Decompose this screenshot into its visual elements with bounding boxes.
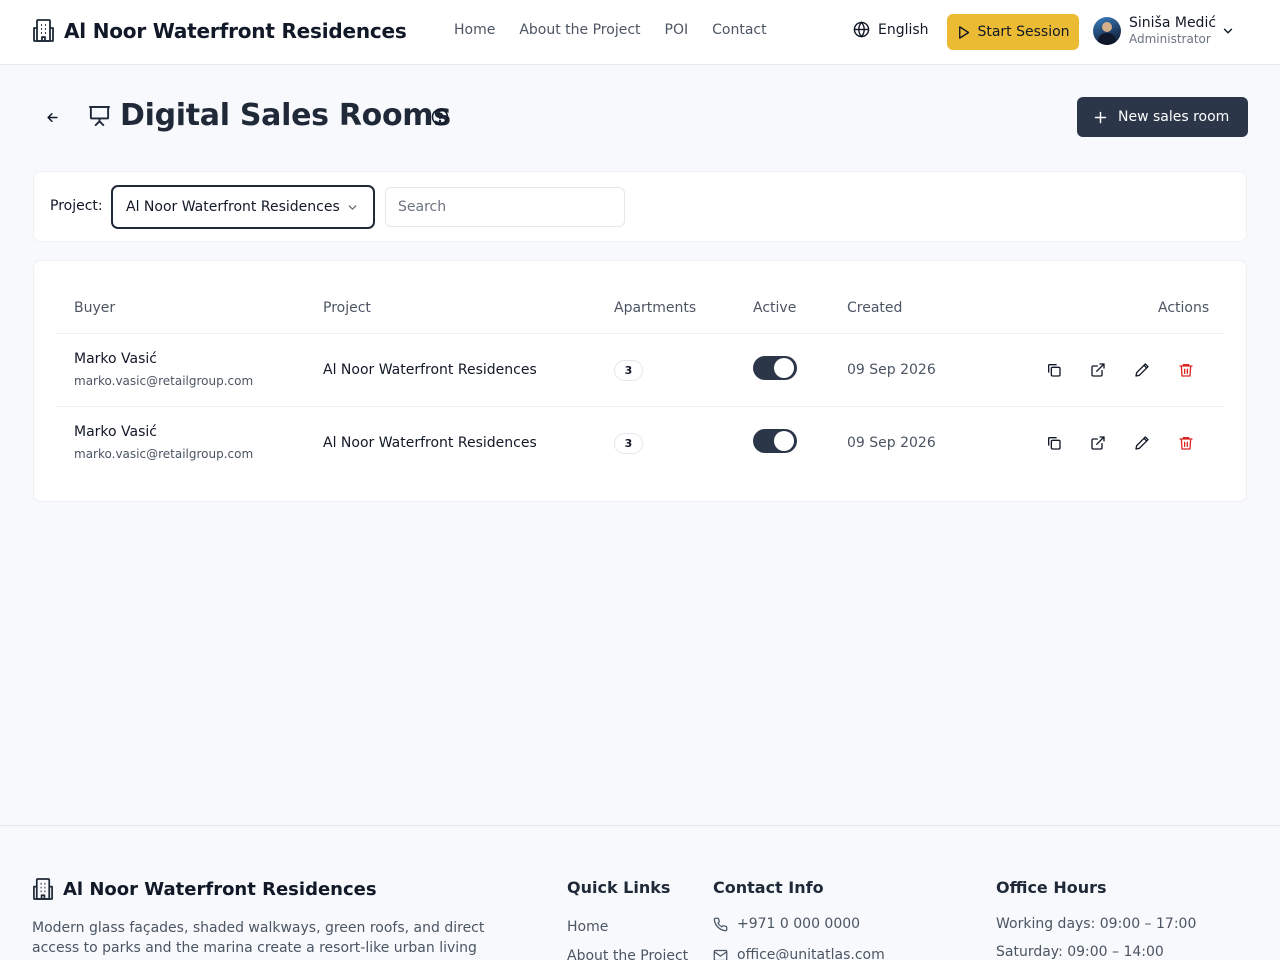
hours-saturday: Saturday: 09:00 – 14:00 [996, 944, 1164, 960]
footer-brand: Al Noor Waterfront Residences [32, 877, 377, 901]
external-link-icon[interactable] [1088, 433, 1108, 453]
trash-icon[interactable] [1176, 360, 1196, 380]
search-input[interactable] [385, 187, 625, 227]
phone-icon [713, 917, 728, 932]
footer-link-about[interactable]: About the Project [567, 948, 688, 960]
user-menu[interactable]: Siniša Medić Administrator [1093, 15, 1233, 47]
toggle-knob [774, 358, 794, 378]
apartments-count-badge: 3 [614, 360, 643, 381]
apartments-count-badge: 3 [614, 433, 643, 454]
language-selector[interactable]: English [853, 21, 929, 38]
copy-icon[interactable] [1044, 360, 1064, 380]
row-project: Al Noor Waterfront Residences [323, 435, 537, 451]
buyer-name: Marko Vasić [74, 424, 157, 440]
table-row: Marko Vasić marko.vasic@retailgroup.com … [57, 334, 1224, 407]
help-circle-icon[interactable] [431, 108, 449, 126]
plus-icon [1093, 110, 1108, 125]
footer-email-text: office@unitatlas.com [737, 947, 885, 960]
language-label: English [878, 21, 929, 38]
start-session-label: Start Session [977, 24, 1070, 40]
buyer-name: Marko Vasić [74, 351, 157, 367]
nav-poi[interactable]: POI [665, 22, 689, 38]
footer-phone-text: +971 0 000 0000 [737, 916, 861, 932]
globe-icon [853, 21, 870, 38]
copy-icon[interactable] [1044, 433, 1064, 453]
user-role: Administrator [1129, 32, 1211, 46]
column-header-actions: Actions [1158, 300, 1210, 316]
user-name: Siniša Medić [1129, 15, 1217, 31]
filter-card: Project: Al Noor Waterfront Residences [33, 171, 1247, 242]
footer-brand-name: Al Noor Waterfront Residences [63, 878, 377, 900]
chevron-down-icon [346, 201, 359, 214]
nav-contact[interactable]: Contact [712, 22, 766, 38]
start-session-button[interactable]: Start Session [947, 14, 1079, 50]
created-date: 09 Sep 2026 [847, 362, 936, 378]
edit-icon[interactable] [1132, 433, 1152, 453]
page-title: Digital Sales Rooms [120, 98, 451, 133]
back-button[interactable] [40, 105, 64, 129]
building-icon [32, 877, 54, 901]
column-header-buyer: Buyer [74, 300, 116, 316]
footer-description: Modern glass façades, shaded walkways, g… [32, 920, 485, 956]
quick-links-heading: Quick Links [567, 878, 671, 897]
project-label: Project: [50, 198, 103, 214]
column-header-project: Project [323, 300, 371, 316]
office-hours-heading: Office Hours [996, 878, 1107, 897]
created-date: 09 Sep 2026 [847, 435, 936, 451]
mail-icon [713, 948, 728, 960]
project-select-value: Al Noor Waterfront Residences [126, 199, 340, 215]
edit-icon[interactable] [1132, 360, 1152, 380]
new-sales-room-button[interactable]: New sales room [1077, 97, 1248, 137]
column-header-apartments: Apartments [614, 300, 697, 316]
row-project: Al Noor Waterfront Residences [323, 362, 537, 378]
brand[interactable]: Al Noor Waterfront Residences [32, 18, 407, 43]
project-select[interactable]: Al Noor Waterfront Residences [111, 185, 375, 229]
brand-name: Al Noor Waterfront Residences [64, 18, 407, 43]
contact-info-heading: Contact Info [713, 878, 824, 897]
chevron-down-icon [1221, 24, 1235, 38]
top-header: Al Noor Waterfront Residences Home About… [0, 0, 1280, 65]
column-header-active: Active [753, 300, 797, 316]
active-toggle[interactable] [753, 356, 797, 380]
buyer-email: marko.vasic@retailgroup.com [74, 374, 254, 388]
nav-about[interactable]: About the Project [519, 22, 640, 38]
sales-rooms-table: Buyer Project Apartments Active Created … [33, 260, 1247, 502]
main-nav: Home About the Project POI Contact [454, 22, 791, 38]
buyer-email: marko.vasic@retailgroup.com [74, 447, 254, 461]
hours-working-days: Working days: 09:00 – 17:00 [996, 916, 1197, 932]
table-row: Marko Vasić marko.vasic@retailgroup.com … [57, 407, 1224, 480]
presentation-icon [88, 104, 111, 129]
nav-home[interactable]: Home [454, 22, 495, 38]
footer-phone[interactable]: +971 0 000 0000 [713, 916, 860, 932]
avatar [1093, 17, 1121, 45]
trash-icon[interactable] [1176, 433, 1196, 453]
new-sales-room-label: New sales room [1118, 109, 1230, 125]
footer-link-home[interactable]: Home [567, 919, 608, 935]
play-icon [956, 25, 971, 40]
column-header-created: Created [847, 300, 903, 316]
toggle-knob [774, 431, 794, 451]
external-link-icon[interactable] [1088, 360, 1108, 380]
building-icon [32, 18, 55, 43]
footer-email[interactable]: office@unitatlas.com [713, 947, 885, 960]
arrow-left-icon [45, 110, 60, 125]
footer: Al Noor Waterfront Residences Modern gla… [0, 825, 1280, 960]
active-toggle[interactable] [753, 429, 797, 453]
